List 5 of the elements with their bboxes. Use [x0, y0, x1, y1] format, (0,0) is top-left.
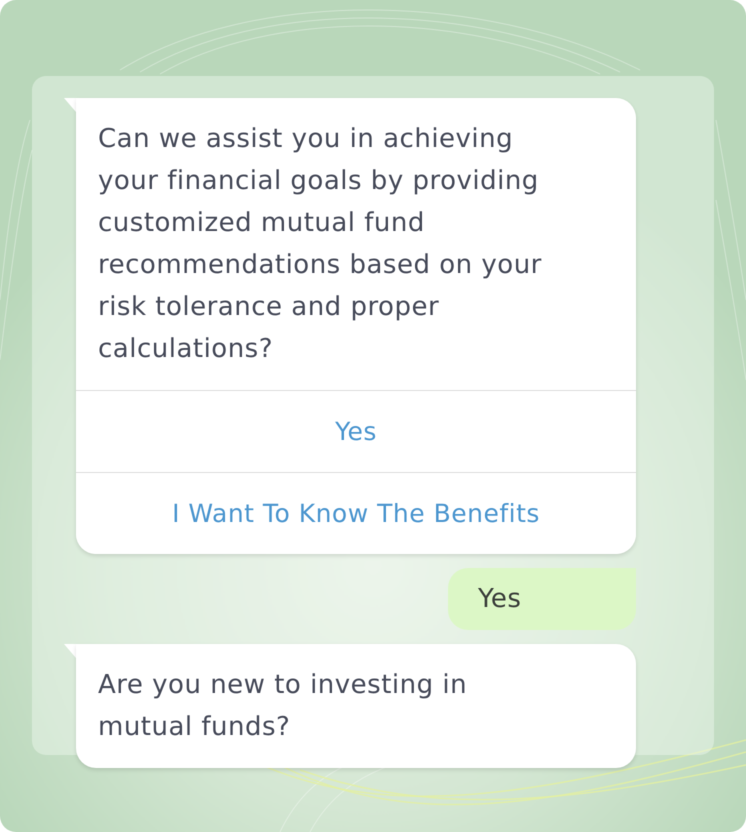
quick-reply-button[interactable]: I Want To Know The Benefits — [76, 472, 636, 554]
message-text: Can we assist you in achieving your financial goals by providing customized mutual fund recommendations based on your risk tolerance and proper calculations? — [97, 123, 543, 366]
quick-reply-button[interactable]: Yes — [76, 390, 636, 472]
message-text: Yes — [478, 584, 522, 614]
message-text: Are you new to investing in mutual funds? — [97, 669, 468, 744]
